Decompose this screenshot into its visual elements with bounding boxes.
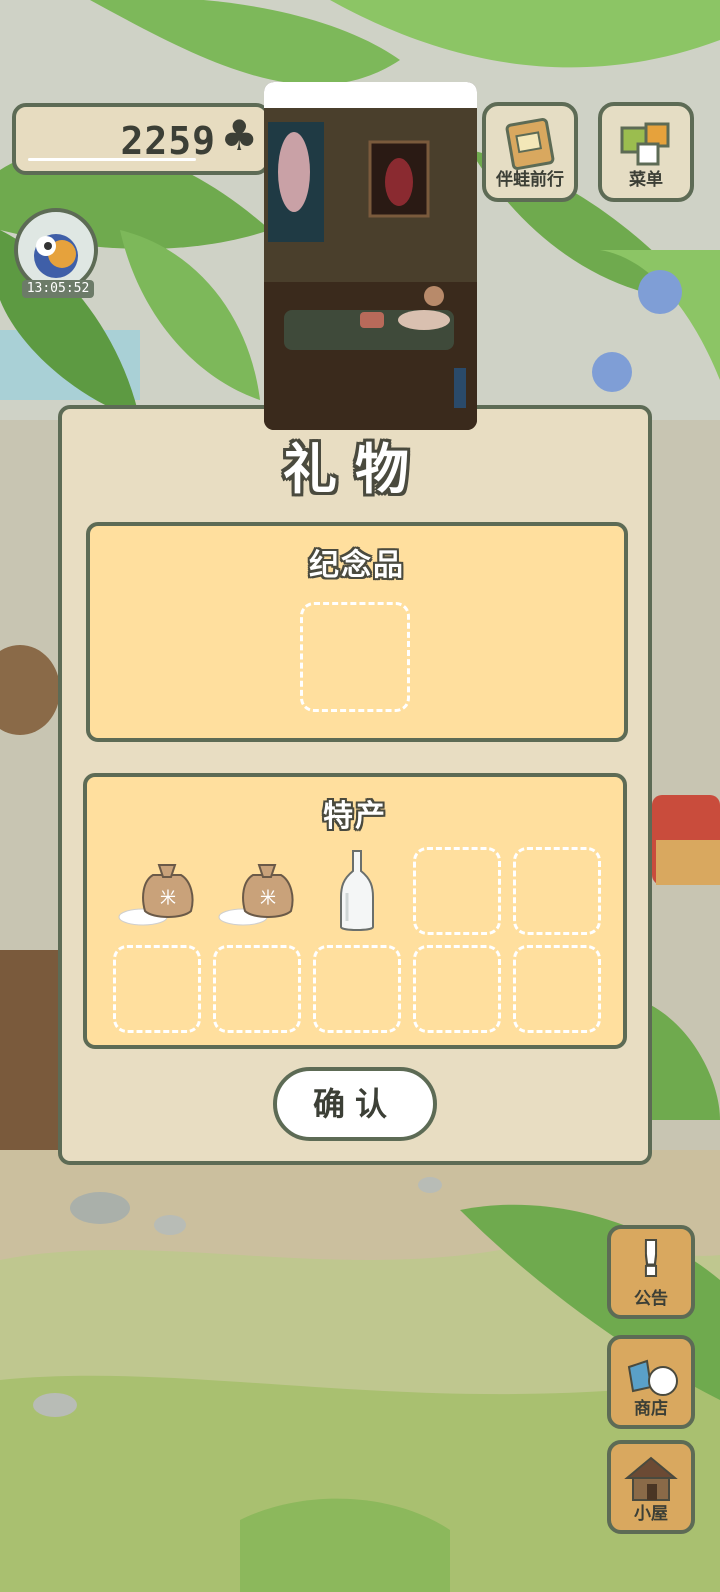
- rice-glyph: 米: [160, 888, 176, 907]
- specialty-item-rice-bag[interactable]: 米: [113, 847, 201, 935]
- specialty-slot-empty[interactable]: [213, 945, 301, 1033]
- glass-bottle-icon: [340, 850, 374, 931]
- shop-label: 商店: [634, 1399, 668, 1419]
- counter-underline: [28, 158, 196, 161]
- specialty-slot-empty[interactable]: [413, 945, 501, 1033]
- specialty-section-title: 特产: [323, 799, 387, 834]
- thumbnail-status-bar: [264, 82, 477, 108]
- house-label: 小屋: [634, 1504, 668, 1524]
- travel-book-icon: [505, 117, 555, 171]
- specialty-item-rice-bag[interactable]: 米: [213, 847, 301, 935]
- screenshot-thumbnail[interactable]: [264, 82, 477, 430]
- clover-icon: ♣: [220, 111, 258, 160]
- menu-cards-icon: [620, 122, 670, 166]
- rice-glyph: 米: [260, 888, 276, 907]
- thumbnail-scene-image: [264, 108, 477, 430]
- specialty-slot-empty[interactable]: [113, 945, 201, 1033]
- specialty-slot-empty[interactable]: [513, 847, 601, 935]
- clover-count: 2259: [120, 119, 216, 163]
- travel-with-frog-button[interactable]: 伴蛙前行: [482, 102, 578, 202]
- specialty-slot-empty[interactable]: [313, 945, 401, 1033]
- shop-button[interactable]: 商店: [607, 1335, 695, 1429]
- specialty-item-glass-bottle[interactable]: [313, 847, 401, 935]
- confirm-button[interactable]: 确认: [273, 1067, 437, 1141]
- menu-button[interactable]: 菜单: [598, 102, 694, 202]
- rice-bag-icon: 米: [118, 864, 194, 926]
- gift-dialog-title: 礼物: [283, 438, 427, 501]
- frog-icon: [34, 234, 78, 278]
- exclamation-icon: !: [640, 1232, 662, 1286]
- shop-bags-icon: [627, 1359, 678, 1396]
- souvenir-section-title: 纪念品: [309, 548, 405, 583]
- clover-counter: 2259 ♣: [12, 103, 270, 175]
- notice-button[interactable]: ! 公告: [607, 1225, 695, 1319]
- travel-label: 伴蛙前行: [496, 170, 564, 190]
- rice-bag-icon: 米: [218, 864, 294, 926]
- souvenir-section: 纪念品: [86, 522, 628, 742]
- notice-label: 公告: [634, 1289, 668, 1309]
- specialty-slot-empty[interactable]: [413, 847, 501, 935]
- house-icon: [624, 1456, 678, 1501]
- specialty-section: 特产 米 米: [83, 773, 627, 1049]
- specialty-slot-empty[interactable]: [513, 945, 601, 1033]
- house-button[interactable]: 小屋: [607, 1440, 695, 1534]
- frog-timer: 13:05:52: [22, 280, 94, 298]
- menu-label: 菜单: [629, 170, 663, 190]
- souvenir-slot-empty[interactable]: [300, 602, 410, 712]
